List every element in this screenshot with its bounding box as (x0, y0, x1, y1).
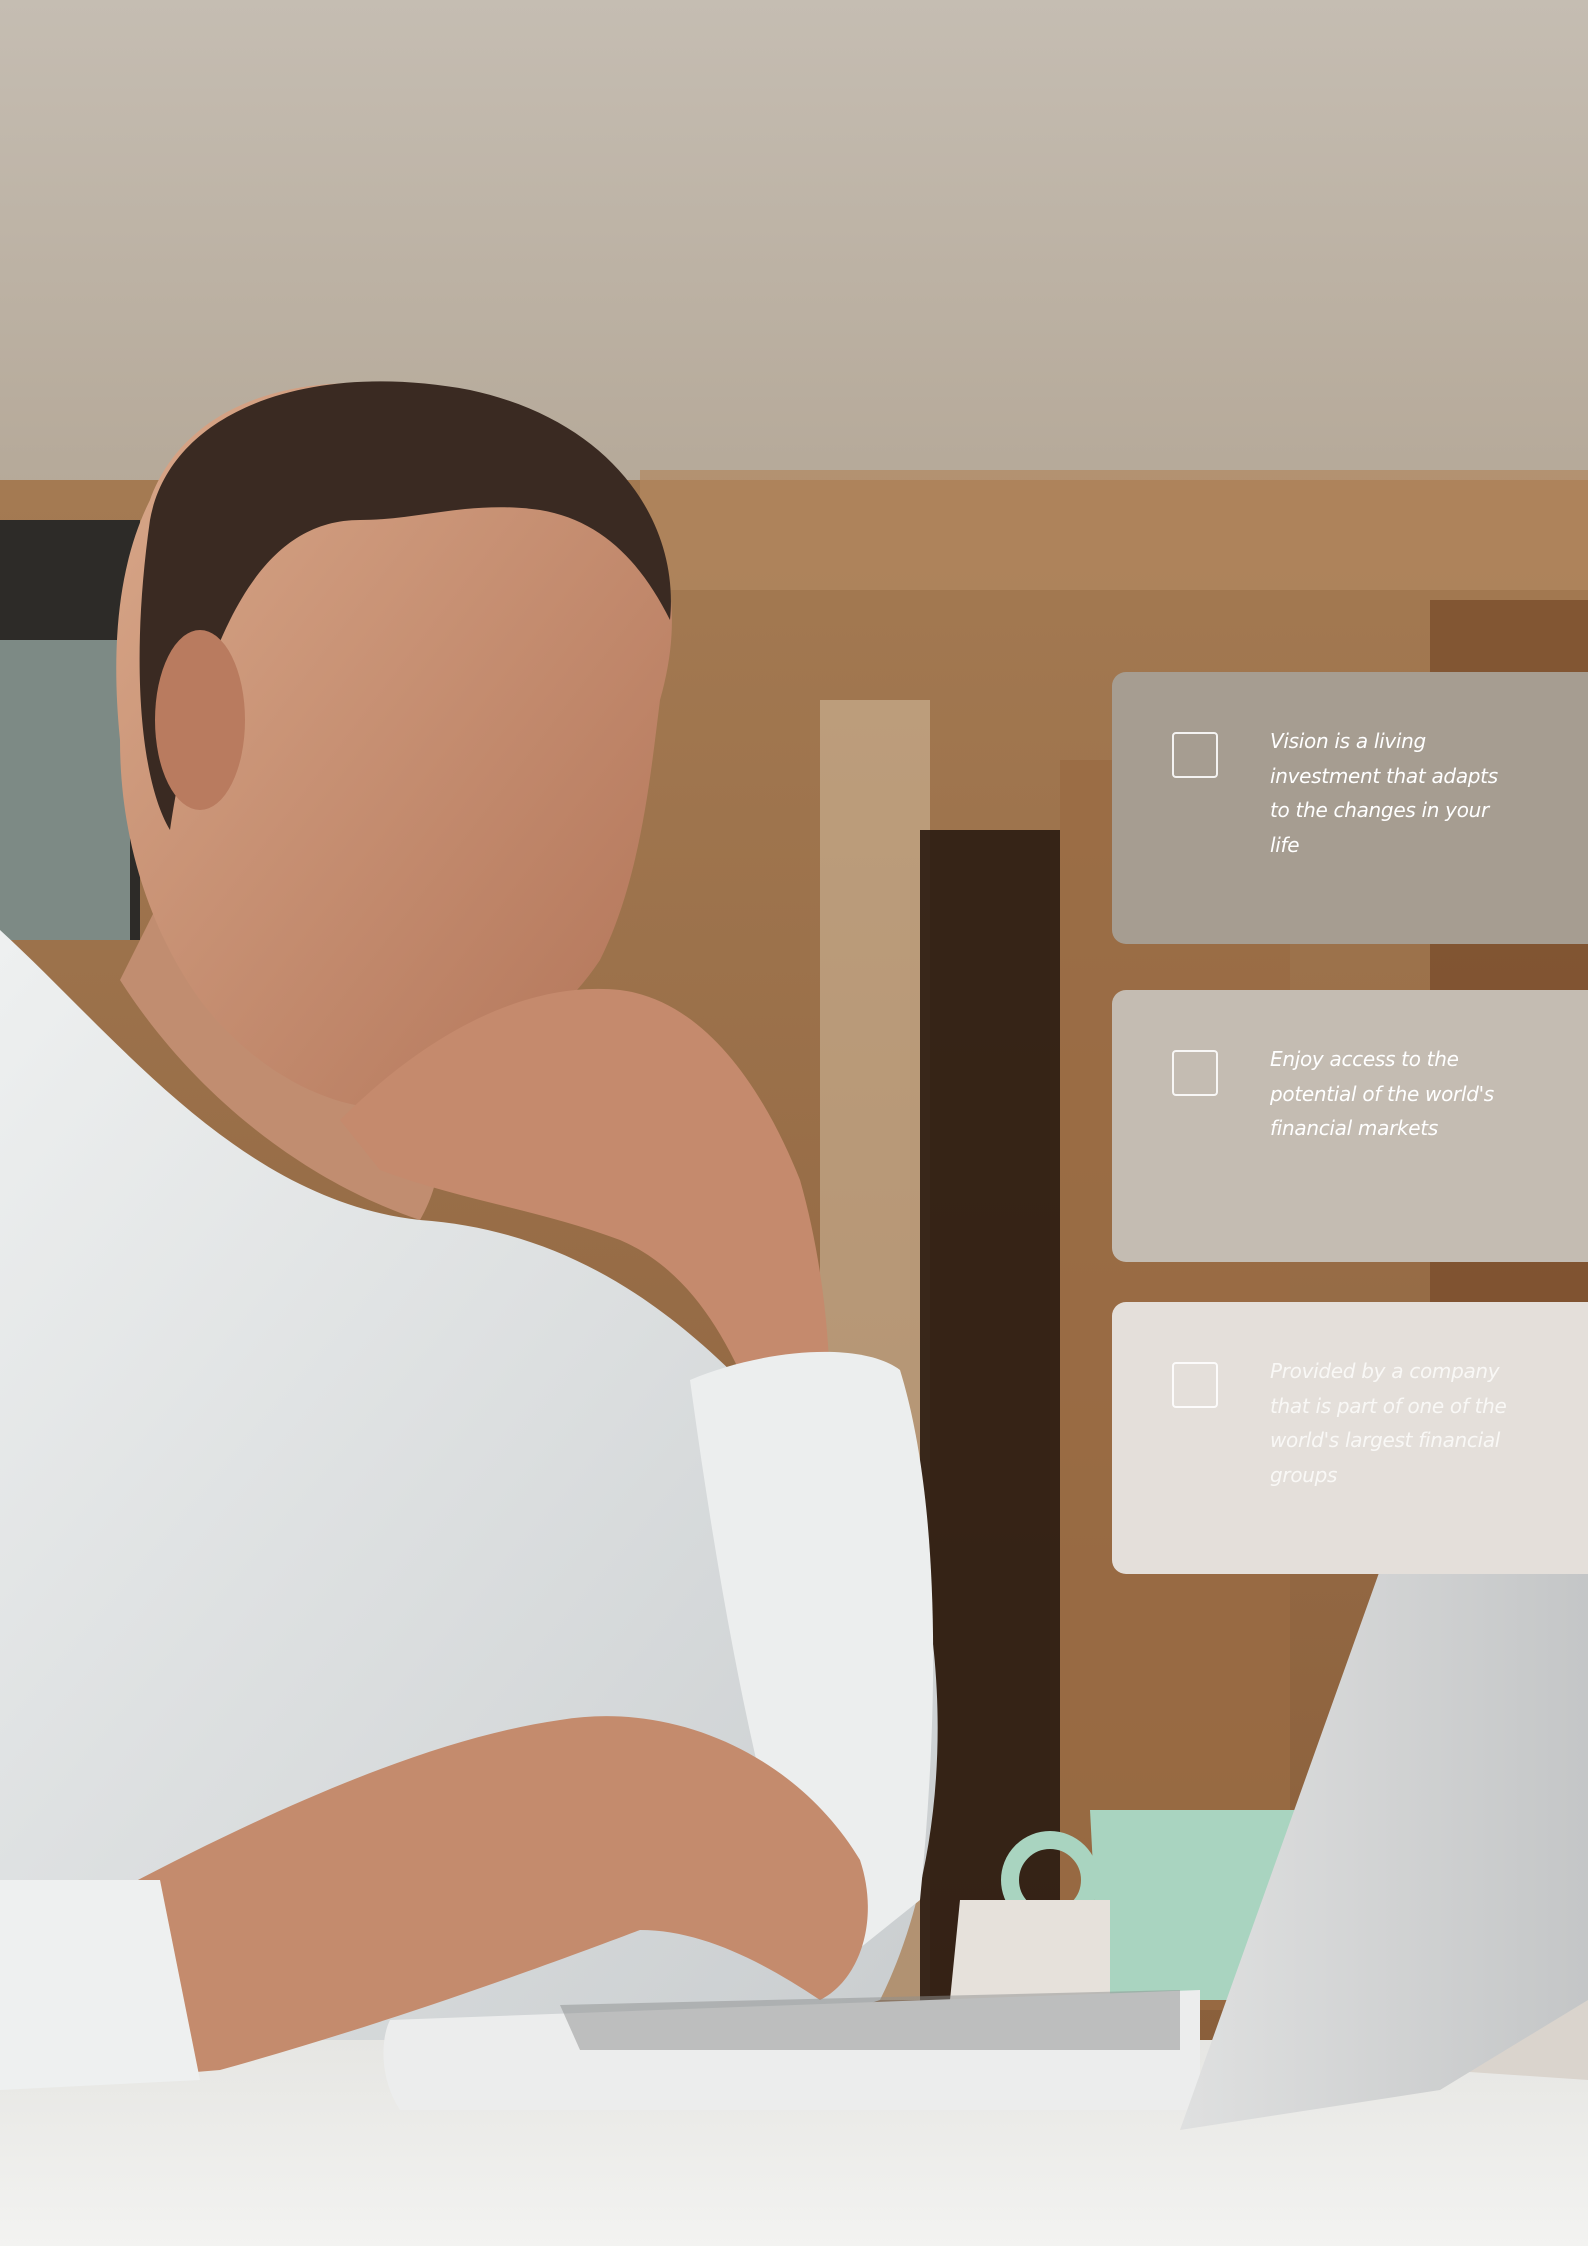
callout-text: Vision is a living investment that adapt… (1270, 729, 1498, 857)
checkbox-icon (1172, 1362, 1218, 1408)
checkbox-icon (1172, 732, 1218, 778)
checkbox-icon (1172, 1050, 1218, 1096)
brochure-page: Vision is a living investment that adapt… (0, 0, 1588, 2246)
callout-text: Enjoy access to the potential of the wor… (1270, 1047, 1494, 1140)
callout-panel: Enjoy access to the potential of the wor… (1112, 990, 1588, 1262)
callout-panel: Provided by a company that is part of on… (1112, 1302, 1588, 1574)
callout-text: Provided by a company that is part of on… (1270, 1359, 1507, 1487)
callout-panel: Vision is a living investment that adapt… (1112, 672, 1588, 944)
